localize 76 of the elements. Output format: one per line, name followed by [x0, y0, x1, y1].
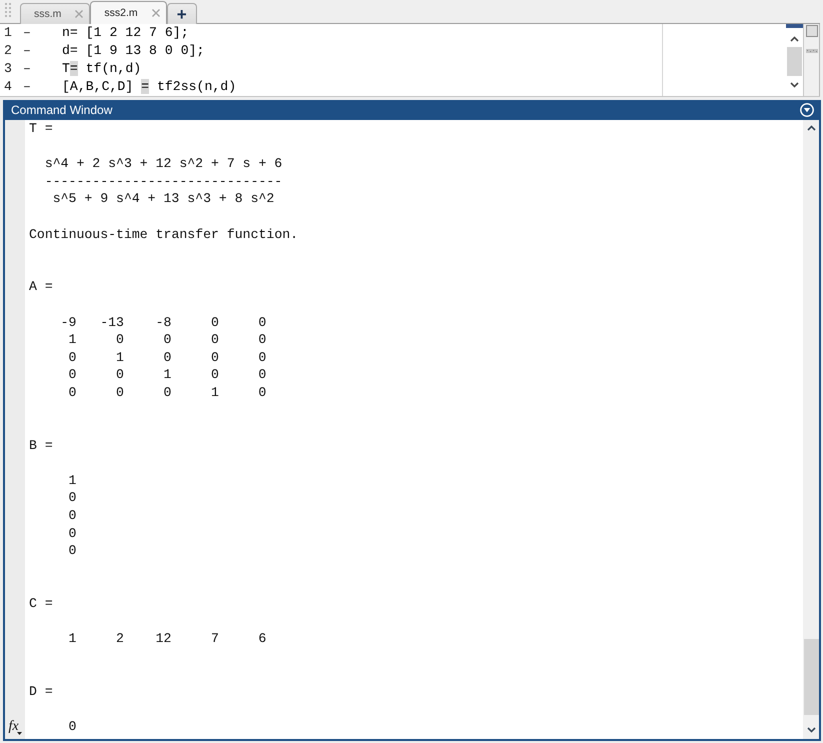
new-tab-button[interactable]: + — [166, 3, 197, 24]
denominator: s^5 + 9 s^4 + 13 s^3 + 8 s^2 — [52, 190, 274, 208]
close-icon[interactable] — [152, 9, 160, 17]
line-number: 1 — [3, 24, 13, 42]
output-note: Continuous-time transfer function. — [29, 226, 298, 242]
chevron-down-icon[interactable] — [806, 727, 816, 733]
variable-header: A = — [29, 279, 53, 294]
matrix-cell: 12 — [156, 630, 172, 648]
variable-header: D = — [29, 684, 53, 699]
variable-header: C = — [29, 596, 53, 612]
matrix-cell: 7 — [210, 630, 219, 648]
matrix-cell: 0 — [68, 524, 76, 542]
editor-tab[interactable]: sss2.m — [90, 1, 167, 24]
matrix-cell: 6 — [258, 630, 266, 648]
code-line: [A,B,C,D] = tf2ss(n,d) — [62, 78, 236, 96]
variable-header: T = — [29, 121, 53, 136]
scrollbar-thumb[interactable] — [787, 47, 802, 76]
matrix-cell: -9 — [60, 314, 76, 332]
matrix-cell: 0 — [258, 384, 266, 402]
function-browser-button[interactable]: fx — [7, 720, 23, 734]
matrix-cell: 0 — [68, 542, 76, 560]
matrix-cell: 0 — [210, 348, 219, 366]
matrix-cell: 2 — [116, 630, 124, 648]
line-number: 2 — [3, 42, 13, 60]
matrix-cell: 0 — [258, 366, 266, 384]
matrix-cell: 0 — [258, 331, 266, 349]
line-marker: – — [22, 24, 32, 42]
panel-title: Command Window — [11, 103, 112, 117]
chevron-up-icon[interactable] — [790, 36, 799, 42]
matrix-cell: 1 — [210, 384, 219, 402]
caret-icon — [16, 732, 22, 735]
matrix-cell: 0 — [116, 366, 124, 384]
matrix-cell: 0 — [68, 489, 76, 508]
line-number: 3 — [3, 60, 13, 78]
matrix-cell: 0 — [68, 366, 76, 384]
grip-icon[interactable] — [806, 49, 818, 53]
matrix-cell: 0 — [258, 348, 266, 366]
chevron-up-icon[interactable] — [806, 125, 816, 131]
grip-icon[interactable] — [5, 2, 11, 16]
matrix-cell: 0 — [116, 384, 124, 402]
line-marker: – — [22, 42, 32, 60]
matrix-cell: 1 — [68, 630, 76, 648]
matrix-cell: 0 — [163, 384, 172, 402]
square-icon[interactable] — [806, 25, 818, 37]
close-icon[interactable] — [75, 10, 84, 18]
line-marker: – — [22, 78, 32, 96]
matrix-cell: 1 — [163, 366, 172, 384]
numerator: s^4 + 2 s^3 + 12 s^2 + 7 s + 6 — [44, 155, 282, 173]
fraction-line: ------------------------------ — [44, 172, 282, 190]
matrix-cell: 0 — [258, 314, 266, 332]
caret-circle-icon[interactable] — [800, 103, 814, 117]
matrix-cell: 0 — [210, 366, 219, 384]
matrix-cell: 1 — [68, 331, 76, 349]
line-number: 4 — [3, 78, 13, 96]
matrix-cell: 0 — [68, 348, 76, 366]
scrollbar-thumb[interactable] — [804, 639, 818, 715]
matrix-cell: 0 — [210, 314, 219, 332]
matrix-cell: 1 — [116, 348, 124, 366]
variable-header: B = — [29, 438, 53, 453]
matrix-cell: 1 — [68, 472, 76, 490]
splitter-handle[interactable] — [786, 24, 803, 28]
matrix-cell: 0 — [68, 507, 76, 525]
code-line: T= tf(n,d) — [62, 60, 142, 78]
matrix-cell: -8 — [156, 314, 172, 332]
chevron-down-icon[interactable] — [790, 82, 799, 88]
matrix-cell: 0 — [68, 718, 76, 736]
matrix-cell: 0 — [210, 331, 219, 349]
editor-tab[interactable]: sss.m — [20, 3, 90, 24]
matrix-cell: 0 — [163, 331, 172, 349]
code-line: d= [1 9 13 8 0 0]; — [62, 42, 204, 60]
matrix-cell: -13 — [100, 314, 124, 332]
matrix-cell: 0 — [163, 348, 172, 366]
matrix-cell: 0 — [116, 331, 124, 349]
code-line: n= [1 2 12 7 6]; — [62, 24, 189, 42]
line-marker: – — [22, 60, 32, 78]
matrix-cell: 0 — [68, 384, 76, 402]
